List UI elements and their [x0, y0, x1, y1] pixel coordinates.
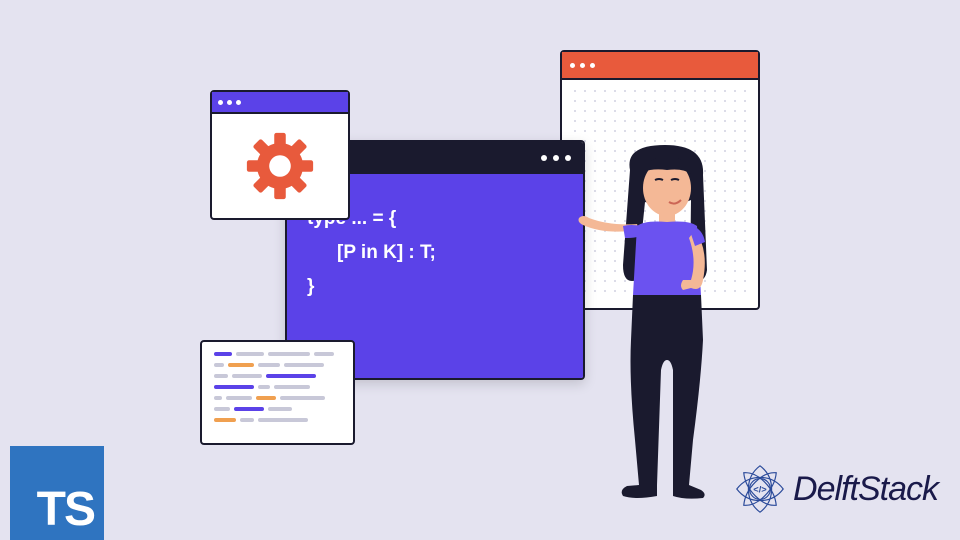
browser-back-header: [562, 52, 758, 80]
code-bar: [214, 352, 232, 356]
window-dot-icon: [553, 155, 559, 161]
code-bar: [258, 385, 270, 389]
delftstack-text: DelftStack: [793, 470, 938, 509]
snippet-line: [214, 374, 341, 378]
code-bar: [226, 396, 252, 400]
delftstack-mandala-icon: </>: [731, 460, 789, 518]
gear-window-header: [212, 92, 348, 114]
code-bar: [268, 407, 292, 411]
code-bar: [240, 418, 254, 422]
window-dot-icon: [565, 155, 571, 161]
snippet-line: [214, 385, 341, 389]
window-dot-icon: [236, 100, 241, 105]
code-bar: [232, 374, 262, 378]
snippet-line: [214, 396, 341, 400]
gear-body: [212, 114, 348, 218]
code-bar: [258, 363, 280, 367]
window-dot-icon: [541, 155, 547, 161]
snippet-line: [214, 363, 341, 367]
code-bar: [284, 363, 324, 367]
person-illustration: [575, 140, 755, 520]
main-illustration: type ... = { [P in K] : T; }: [200, 50, 760, 510]
code-bar: [314, 352, 334, 356]
gear-window: [210, 90, 350, 220]
code-bar: [214, 418, 236, 422]
code-bar: [268, 352, 310, 356]
window-dot-icon: [227, 100, 232, 105]
window-dot-icon: [580, 63, 585, 68]
code-bar: [258, 418, 308, 422]
code-bar: [236, 352, 264, 356]
code-line: }: [307, 270, 563, 304]
snippet-line: [214, 407, 341, 411]
typescript-logo: TS: [10, 446, 104, 540]
window-dot-icon: [570, 63, 575, 68]
code-bar: [280, 396, 325, 400]
delftstack-logo: </> DelftStack: [731, 460, 938, 518]
snippet-window: [200, 340, 355, 445]
code-bar: [228, 363, 254, 367]
code-bar: [274, 385, 310, 389]
window-dot-icon: [218, 100, 223, 105]
code-bar: [266, 374, 316, 378]
snippet-line: [214, 418, 341, 422]
svg-text:</>: </>: [753, 484, 767, 494]
code-bar: [256, 396, 276, 400]
code-bar: [214, 385, 254, 389]
person-svg: [575, 140, 755, 520]
code-line: [P in K] : T;: [307, 236, 563, 270]
window-dot-icon: [590, 63, 595, 68]
code-bar: [214, 407, 230, 411]
code-bar: [214, 374, 228, 378]
snippet-line: [214, 352, 341, 356]
typescript-logo-text: TS: [37, 486, 94, 534]
code-bar: [234, 407, 264, 411]
gear-icon: [244, 130, 316, 202]
code-bar: [214, 396, 222, 400]
code-bar: [214, 363, 224, 367]
